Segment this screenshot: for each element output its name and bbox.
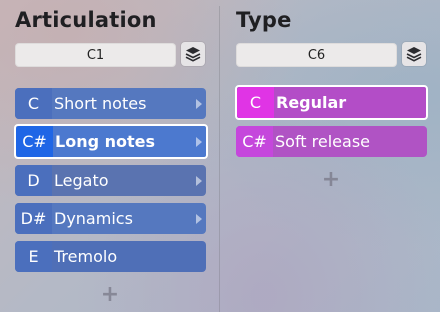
item-label: Long notes (55, 132, 156, 151)
note-label: D# (15, 203, 52, 234)
note-label: D (15, 165, 52, 196)
layers-icon (185, 47, 201, 62)
type-item-regular[interactable]: C Regular (235, 85, 428, 120)
chevron-right-icon (192, 136, 206, 148)
item-label: Soft release (275, 132, 370, 151)
item-label: Legato (54, 171, 109, 190)
item-label: Tremolo (54, 247, 118, 266)
articulation-title: Articulation (15, 8, 157, 32)
note-label: C# (16, 126, 53, 157)
chevron-right-icon (192, 213, 206, 225)
item-label: Dynamics (54, 209, 133, 228)
articulation-item-legato[interactable]: D Legato (15, 165, 206, 196)
type-key-field[interactable]: C6 (236, 43, 397, 67)
articulation-item-dynamics[interactable]: D# Dynamics (15, 203, 206, 234)
articulation-item-long-notes[interactable]: C# Long notes (14, 124, 208, 159)
type-title: Type (236, 8, 292, 32)
layers-icon (406, 47, 422, 62)
articulation-add-button[interactable]: + (100, 282, 120, 307)
articulation-layers-button[interactable] (181, 42, 205, 66)
type-layers-button[interactable] (402, 42, 426, 66)
chevron-right-icon (192, 175, 206, 187)
articulation-key-field[interactable]: C1 (15, 43, 176, 67)
column-divider (219, 6, 220, 312)
note-label: C (237, 87, 274, 118)
note-label: E (15, 241, 52, 272)
articulation-item-short-notes[interactable]: C Short notes (15, 88, 206, 119)
note-label: C (15, 88, 52, 119)
note-label: C# (236, 126, 273, 157)
type-item-soft-release[interactable]: C# Soft release (236, 126, 427, 157)
item-label: Regular (276, 93, 347, 112)
chevron-right-icon (192, 98, 206, 110)
articulation-item-tremolo[interactable]: E Tremolo (15, 241, 206, 272)
type-add-button[interactable]: + (321, 167, 341, 192)
item-label: Short notes (54, 94, 147, 113)
